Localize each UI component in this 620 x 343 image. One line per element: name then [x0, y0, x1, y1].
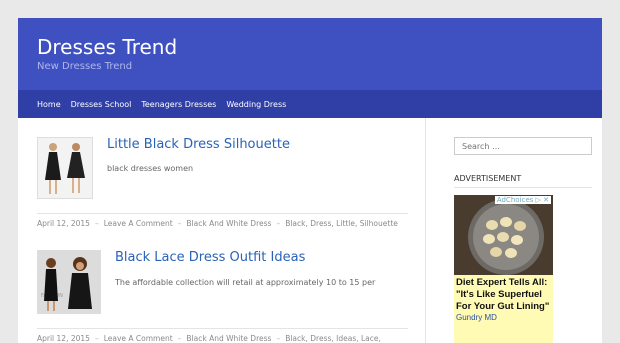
post-title[interactable]: Little Black Dress Silhouette: [107, 137, 290, 152]
post-meta: April 12, 2015– Leave A Comment – Black And…: [37, 213, 408, 228]
page-container: Dresses Trend New Dresses Trend Home Dre…: [18, 18, 602, 343]
main-nav: Home Dresses School Teenagers Dresses We…: [18, 90, 602, 118]
ad-source[interactable]: Gundry MD: [454, 313, 553, 322]
post-excerpt: The affordable collection will retail at…: [115, 278, 376, 287]
category-link[interactable]: Black And White Dress: [186, 219, 271, 228]
post-thumbnail[interactable]: FASHION: [37, 250, 101, 314]
food-pan-image: [454, 195, 553, 275]
dress-photo-image: FASHION: [38, 251, 100, 313]
comments-link[interactable]: Leave A Comment: [104, 334, 173, 343]
sidebar: ADVERTISEMENT AdChoices ▷ ✕: [427, 118, 602, 343]
main-content: Little Black Dress Silhouette black dres…: [18, 118, 426, 343]
site-title[interactable]: Dresses Trend: [37, 35, 602, 59]
tags-links[interactable]: Black, Dress, Ideas, Lace,: [285, 334, 381, 343]
ad-headline[interactable]: Diet Expert Tells All: "It's Like Superf…: [454, 275, 553, 313]
ad-choices-icon[interactable]: AdChoices ▷ ✕: [494, 196, 551, 204]
search-input[interactable]: [454, 137, 592, 155]
site-description: New Dresses Trend: [37, 61, 133, 72]
ad-image[interactable]: AdChoices ▷ ✕: [454, 195, 553, 275]
nav-item-home[interactable]: Home: [37, 100, 61, 109]
advertisement-heading: ADVERTISEMENT: [454, 174, 522, 183]
nav-item-wedding-dress[interactable]: Wedding Dress: [226, 100, 286, 109]
advertisement-banner[interactable]: AdChoices ▷ ✕ Diet Expert Tells All: "It…: [454, 195, 553, 343]
post-meta: April 12, 2015– Leave A Comment – Black And…: [37, 328, 408, 343]
nav-item-teenagers-dresses[interactable]: Teenagers Dresses: [141, 100, 216, 109]
category-link[interactable]: Black And White Dress: [186, 334, 271, 343]
post-date[interactable]: April 12, 2015: [37, 219, 90, 228]
post-date[interactable]: April 12, 2015: [37, 334, 90, 343]
divider: [454, 187, 592, 188]
nav-item-dresses-school[interactable]: Dresses School: [71, 100, 132, 109]
comments-link[interactable]: Leave A Comment: [104, 219, 173, 228]
post-excerpt: black dresses women: [107, 164, 194, 173]
post-thumbnail[interactable]: [37, 137, 93, 199]
post-title[interactable]: Black Lace Dress Outfit Ideas: [115, 250, 305, 265]
dress-photo-image: [38, 138, 92, 198]
tags-links[interactable]: Black, Dress, Little, Silhouette: [285, 219, 398, 228]
site-header: Dresses Trend New Dresses Trend: [18, 18, 602, 90]
